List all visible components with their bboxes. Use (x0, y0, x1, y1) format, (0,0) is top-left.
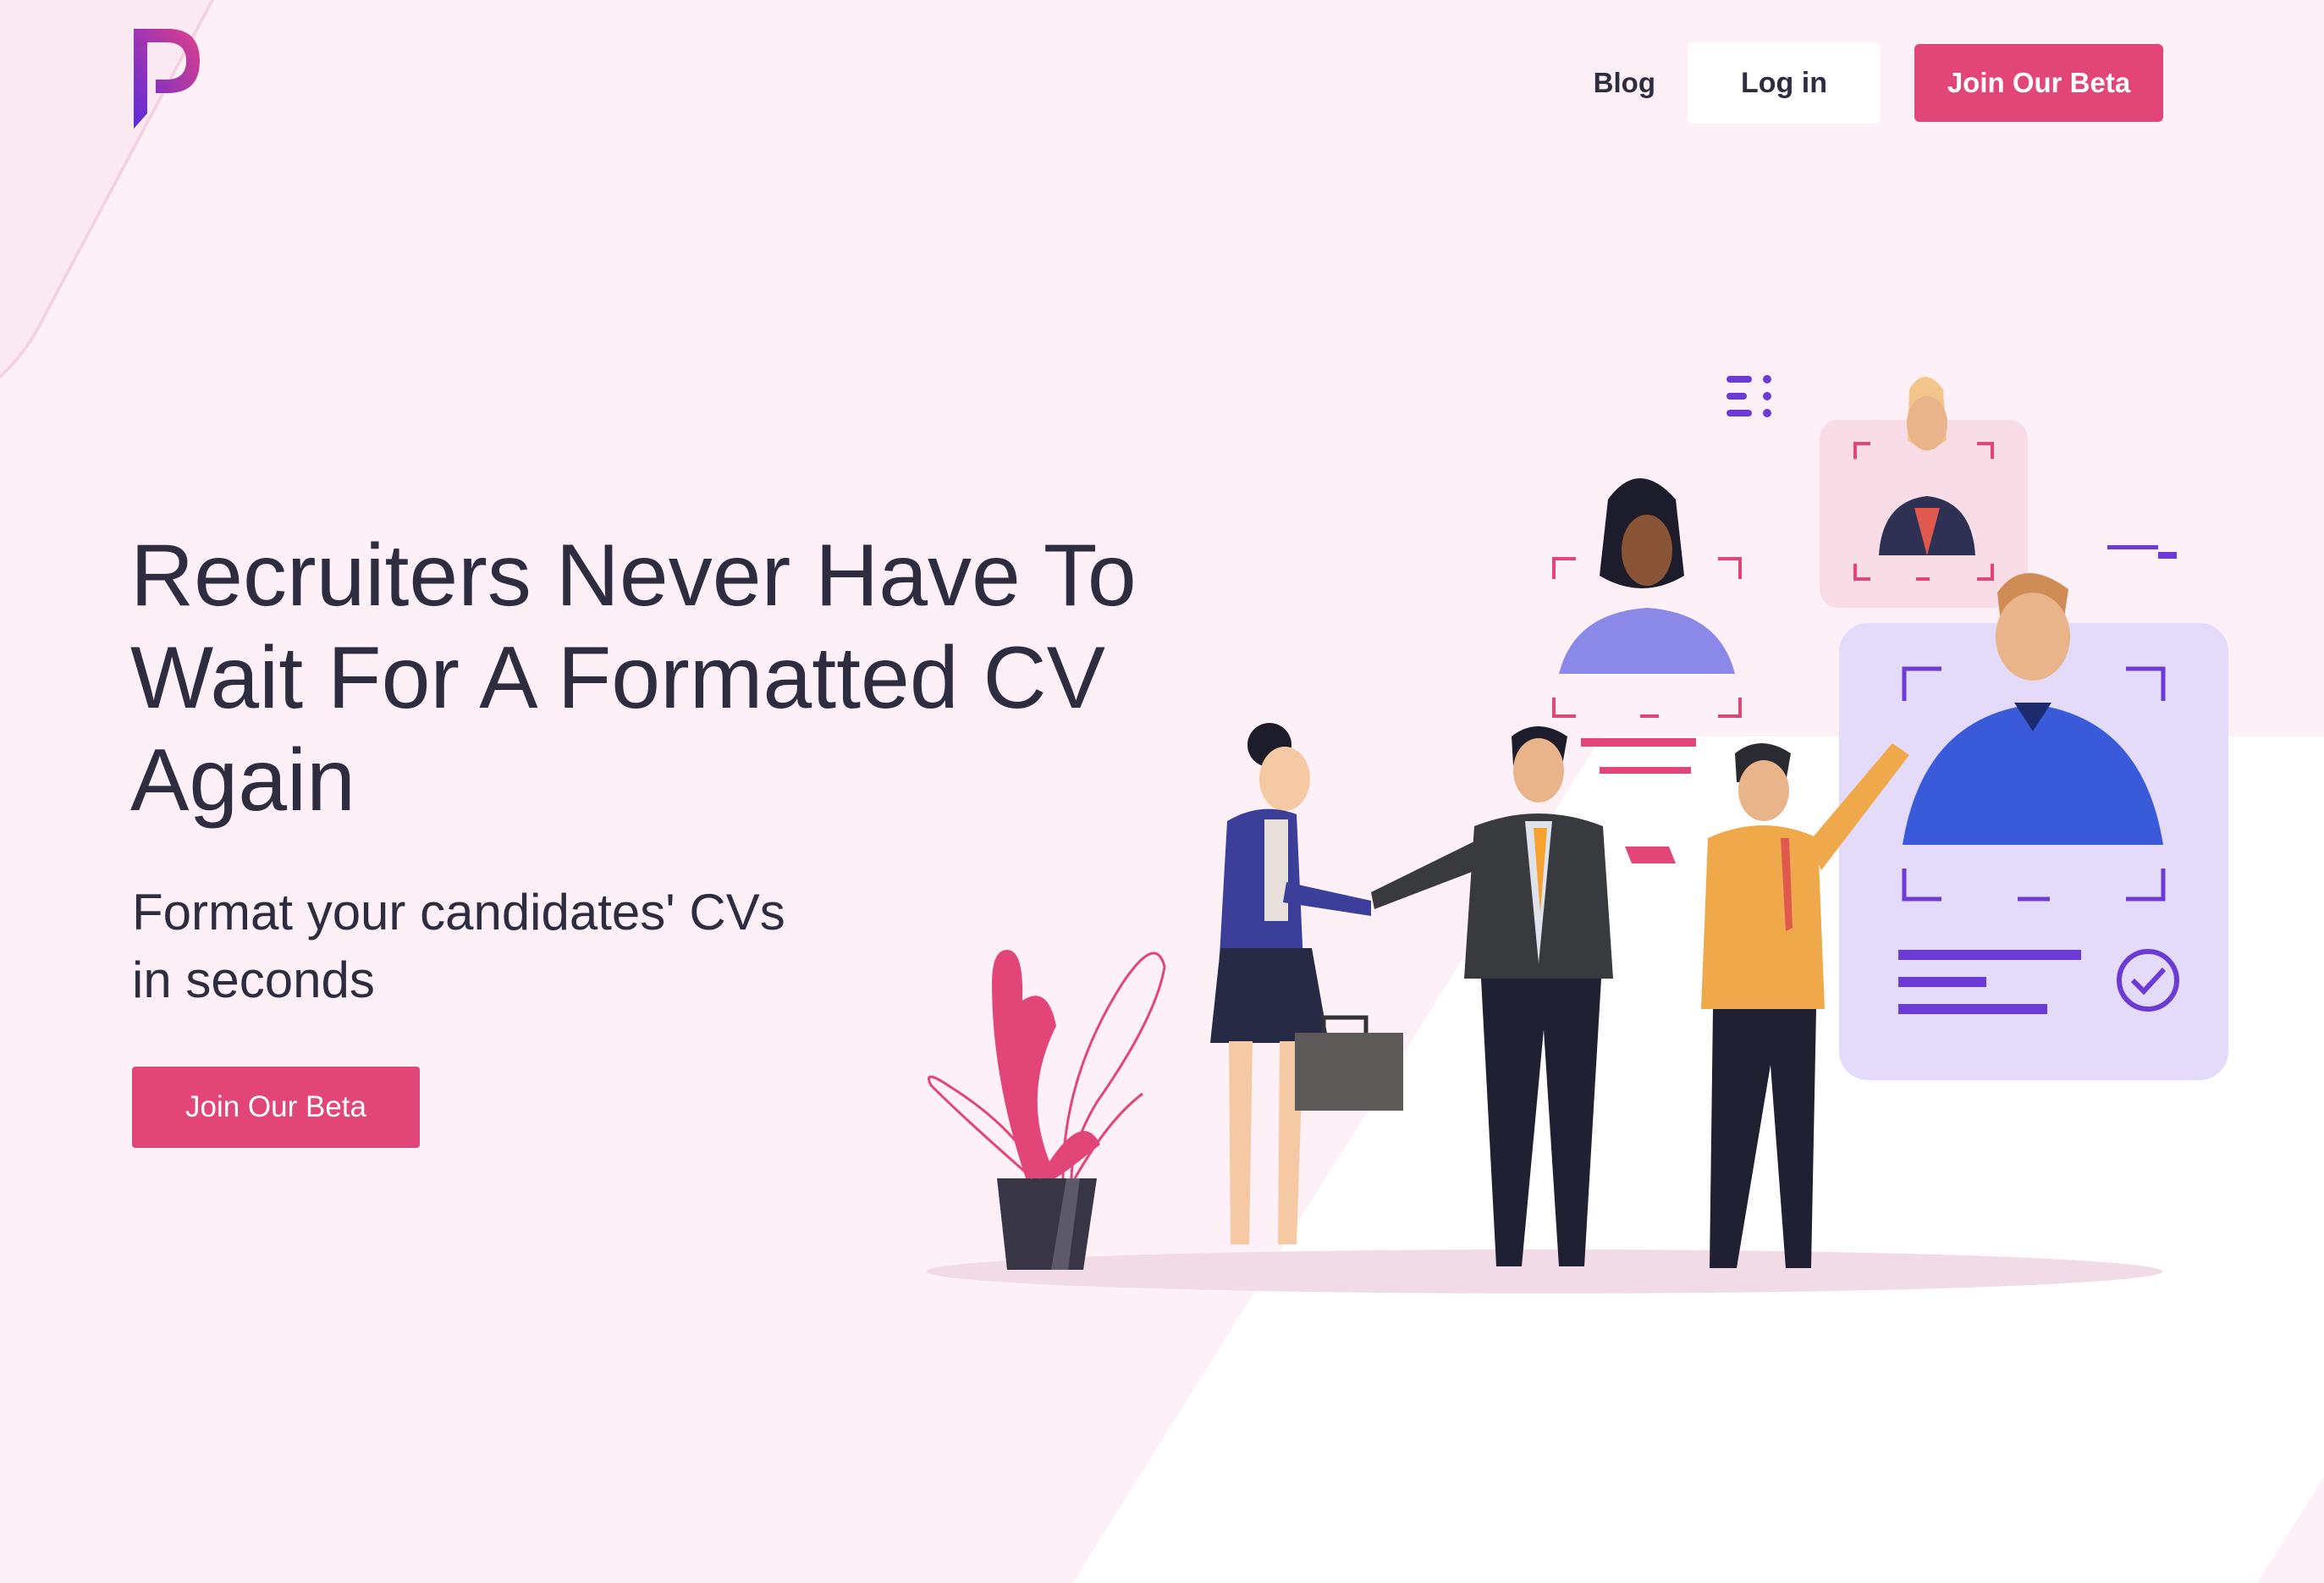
hero-title-line: Again (130, 731, 355, 830)
person-woman (1210, 723, 1403, 1244)
join-beta-hero-button[interactable]: Join Our Beta (132, 1067, 420, 1148)
logo-p-icon (134, 29, 200, 129)
candidate-card-main (1839, 572, 2228, 1080)
candidate-card-small (1820, 377, 2028, 608)
decorative-tag (1625, 847, 1676, 863)
hero-illustration (927, 375, 2228, 1293)
plant (928, 950, 1166, 1270)
hero-subtitle-line: in seconds (132, 951, 375, 1008)
candidate-card-woman (1552, 478, 1742, 774)
person-man-suit (1371, 726, 1613, 1266)
decorative-dash (2107, 545, 2177, 559)
menu-dots-icon (1726, 375, 1771, 417)
top-nav: Blog Log in Join Our Beta (1594, 42, 2163, 124)
join-beta-nav-button[interactable]: Join Our Beta (1914, 44, 2163, 122)
hero-subtitle-line: Format your candidates' CVs (132, 884, 785, 940)
hero-subtitle: Format your candidates' CVs in seconds (132, 879, 894, 1014)
ground-shadow (927, 1249, 2162, 1293)
nav-blog-link[interactable]: Blog (1594, 67, 1655, 99)
login-button[interactable]: Log in (1688, 42, 1881, 124)
